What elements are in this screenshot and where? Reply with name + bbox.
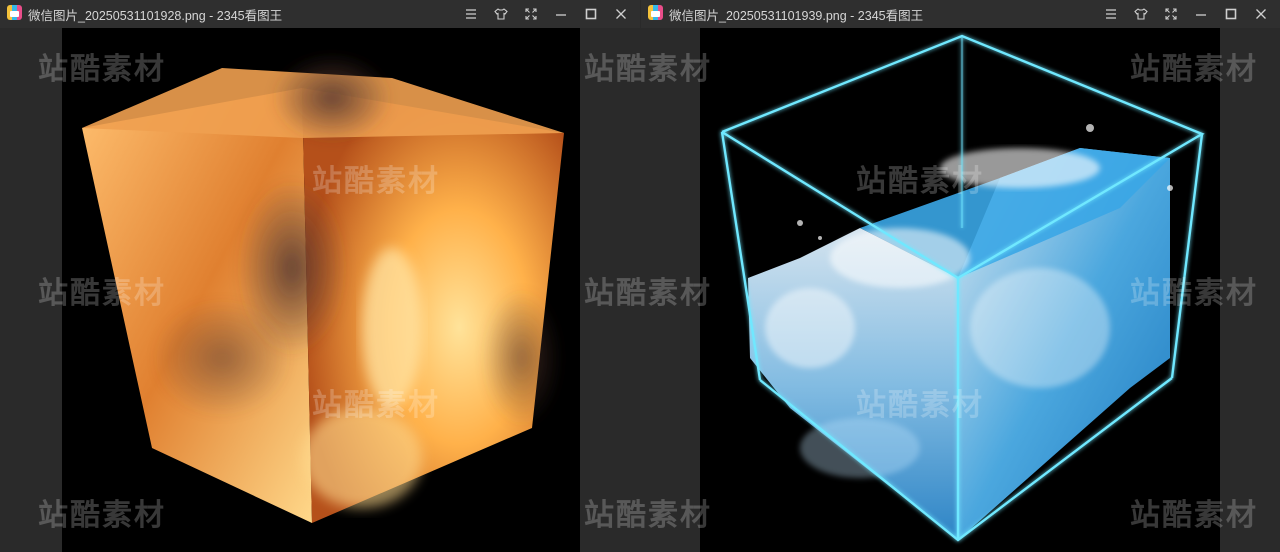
title-bar[interactable]: 微信图片_20250531101939.png - 2345看图王: [641, 0, 1280, 28]
fullscreen-icon[interactable]: [518, 3, 544, 25]
maximize-icon[interactable]: [578, 3, 604, 25]
water-cube-image: [700, 28, 1220, 552]
minimize-icon[interactable]: [1188, 3, 1214, 25]
fullscreen-icon[interactable]: [1158, 3, 1184, 25]
maximize-icon[interactable]: [1218, 3, 1244, 25]
window-title: 微信图片_20250531101928.png - 2345看图王: [28, 9, 283, 23]
image-viewport[interactable]: [0, 28, 640, 552]
close-icon[interactable]: [1248, 3, 1274, 25]
minimize-icon[interactable]: [548, 3, 574, 25]
skin-icon[interactable]: [1128, 3, 1154, 25]
skin-icon[interactable]: [488, 3, 514, 25]
viewer-window-left: 微信图片_20250531101928.png - 2345看图王: [0, 0, 640, 552]
menu-icon[interactable]: [1098, 3, 1124, 25]
viewer-window-right: 微信图片_20250531101939.png - 2345看图王: [641, 0, 1280, 552]
fire-cube-image: [62, 28, 580, 552]
app-logo-icon: [648, 5, 663, 20]
image-viewport[interactable]: [641, 28, 1280, 552]
menu-icon[interactable]: [458, 3, 484, 25]
close-icon[interactable]: [608, 3, 634, 25]
app-logo-icon: [7, 5, 22, 20]
title-bar[interactable]: 微信图片_20250531101928.png - 2345看图王: [0, 0, 640, 28]
window-title: 微信图片_20250531101939.png - 2345看图王: [669, 9, 924, 23]
